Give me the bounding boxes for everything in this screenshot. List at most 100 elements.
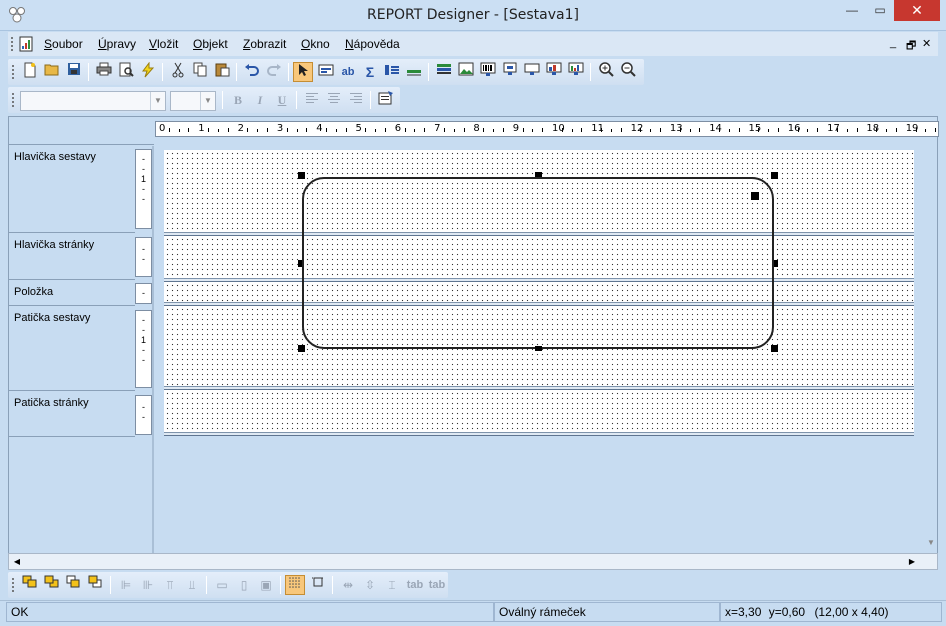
corner-radius-handle[interactable]	[751, 192, 759, 200]
align-top-objects-icon[interactable]: ⫪	[160, 575, 180, 595]
print-icon[interactable]	[94, 62, 114, 82]
band-page-footer[interactable]	[164, 390, 914, 432]
bold-button[interactable]: B	[228, 90, 248, 110]
insert-image-icon[interactable]	[456, 62, 476, 82]
section-label-report-header[interactable]: Hlavička sestavy	[9, 146, 135, 233]
resize-handle-bottom-left[interactable]	[298, 345, 305, 352]
resize-handle-top[interactable]	[535, 172, 542, 177]
menu-vlozit[interactable]: Vložit	[149, 37, 178, 51]
horizontal-scrollbar[interactable]: ◀ ▶	[8, 553, 938, 570]
section-label-item[interactable]: Položka	[9, 281, 135, 306]
horizontal-ruler[interactable]: 0 1 2 3 4 5 6 7 8 9 10 11 12 13 14 15 16 17 18 19	[155, 121, 939, 137]
fit-to-grid-icon[interactable]	[308, 575, 328, 595]
snap-to-grid-icon[interactable]	[285, 575, 305, 595]
send-backward-icon[interactable]	[86, 575, 106, 595]
same-width-icon[interactable]: ▭	[212, 575, 232, 595]
run-report-icon[interactable]	[138, 61, 158, 82]
mdi-restore-button[interactable]: 🗗	[906, 37, 916, 56]
menu-upravy[interactable]: Úpravy	[98, 37, 136, 51]
tab-order-right-button[interactable]: tab	[426, 575, 448, 595]
same-height-icon[interactable]: ▯	[234, 575, 254, 595]
scroll-left-arrow-icon[interactable]: ◀	[10, 555, 24, 568]
align-center-icon[interactable]	[324, 90, 344, 110]
insert-line-icon[interactable]	[404, 62, 424, 82]
splitter[interactable]	[152, 146, 154, 555]
zoom-out-icon[interactable]	[618, 62, 638, 82]
underline-button[interactable]: U	[272, 90, 292, 110]
bring-forward-icon[interactable]	[64, 575, 84, 595]
toolbar-grip[interactable]	[11, 577, 15, 593]
zoom-in-icon[interactable]	[596, 62, 616, 82]
chevron-down-icon[interactable]: ▼	[200, 92, 215, 110]
menu-objekt[interactable]: Objekt	[193, 37, 228, 51]
insert-text-icon[interactable]: ab	[338, 62, 358, 82]
align-right-objects-icon[interactable]: ⊪	[138, 575, 158, 595]
send-to-back-icon[interactable]	[42, 575, 62, 595]
insert-sum-icon[interactable]: Σ	[360, 62, 380, 82]
maximize-button[interactable]: ▭	[866, 0, 894, 21]
tab-order-left-button[interactable]: tab	[404, 575, 426, 595]
new-icon[interactable]	[20, 62, 40, 82]
redo-icon[interactable]	[264, 62, 284, 82]
resize-handle-left[interactable]	[298, 260, 302, 267]
resize-handle-top-left[interactable]	[298, 172, 305, 179]
save-icon[interactable]	[64, 62, 84, 82]
design-surface[interactable]	[164, 150, 914, 436]
align-bottom-objects-icon[interactable]: ⫫	[182, 575, 202, 595]
menu-soubor[interactable]: Soubor	[44, 37, 83, 51]
toolbar-grip[interactable]	[11, 92, 15, 108]
resize-handle-bottom[interactable]	[535, 346, 542, 351]
cut-icon[interactable]	[168, 62, 188, 82]
menu-napoveda[interactable]: Nápověda	[345, 37, 400, 51]
insert-graph-icon[interactable]	[566, 62, 586, 82]
resize-handle-top-right[interactable]	[771, 172, 778, 179]
menu-okno[interactable]: Okno	[301, 37, 330, 51]
paste-icon[interactable]	[212, 62, 232, 82]
toolbar-grip[interactable]	[11, 64, 15, 80]
font-name-select[interactable]: ▼	[20, 91, 166, 111]
close-button[interactable]: ✕	[894, 0, 940, 21]
insert-field-icon[interactable]	[316, 62, 336, 82]
section-label-report-footer[interactable]: Patička sestavy	[9, 307, 135, 391]
ruler-label: 5	[355, 123, 362, 134]
minimize-button[interactable]: —	[838, 0, 866, 21]
print-preview-icon[interactable]	[116, 62, 136, 82]
insert-section-icon[interactable]	[434, 62, 454, 82]
band-divider[interactable]	[164, 432, 914, 436]
section-label-page-header[interactable]: Hlavička stránky	[9, 234, 135, 280]
font-size-select[interactable]: ▼	[170, 91, 216, 111]
ruler-tick	[777, 128, 779, 132]
oval-frame-shape[interactable]	[302, 177, 774, 349]
insert-frame-icon[interactable]	[500, 62, 520, 82]
space-vertical-icon[interactable]: ⇳	[360, 575, 380, 595]
italic-button[interactable]: I	[250, 90, 270, 110]
insert-list-icon[interactable]	[382, 62, 402, 82]
properties-icon[interactable]	[376, 90, 396, 110]
chevron-down-icon[interactable]: ▼	[150, 92, 165, 110]
select-pointer-icon[interactable]	[293, 62, 313, 82]
open-icon[interactable]	[42, 62, 62, 82]
scroll-right-arrow-icon[interactable]: ▶	[905, 555, 919, 568]
menubar-grip[interactable]	[10, 36, 14, 52]
center-objects-icon[interactable]: ⌶	[382, 575, 402, 595]
align-left-objects-icon[interactable]: ⊫	[116, 575, 136, 595]
insert-chart-icon[interactable]	[544, 62, 564, 82]
same-size-icon[interactable]: ▣	[256, 575, 276, 595]
copy-icon[interactable]	[190, 62, 210, 82]
scroll-down-arrow-icon[interactable]: ▼	[924, 538, 938, 552]
align-left-icon[interactable]	[302, 90, 322, 110]
insert-rectangle-icon[interactable]	[522, 62, 542, 82]
menu-zobrazit[interactable]: Zobrazit	[243, 37, 286, 51]
space-horizontal-icon[interactable]: ⇹	[338, 575, 358, 595]
mdi-close-button[interactable]: ✕	[922, 37, 931, 50]
mdi-minimize-button[interactable]: _	[890, 37, 896, 49]
insert-barcode-icon[interactable]	[478, 62, 498, 82]
bring-to-front-icon[interactable]	[20, 575, 40, 595]
undo-icon[interactable]	[242, 62, 262, 82]
align-right-icon[interactable]	[346, 90, 366, 110]
ruler-tick	[925, 129, 927, 132]
document-icon[interactable]	[19, 36, 33, 52]
resize-handle-right[interactable]	[774, 260, 778, 267]
resize-handle-bottom-right[interactable]	[771, 345, 778, 352]
section-label-page-footer[interactable]: Patička stránky	[9, 392, 135, 437]
